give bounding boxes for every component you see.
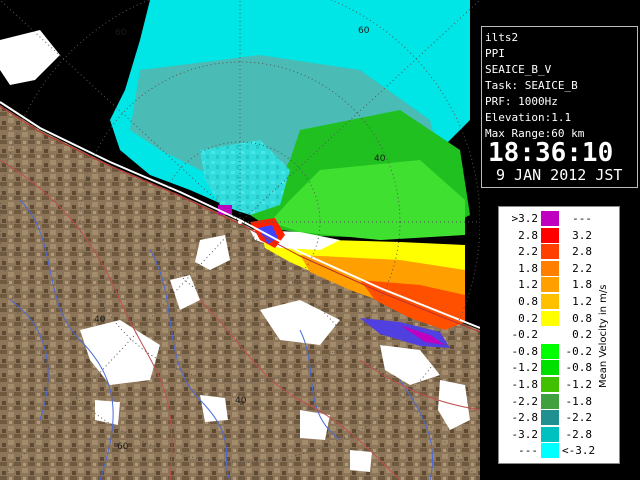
- legend-high-value: 0.2: [572, 328, 592, 342]
- legend-low-value: -2.2: [511, 394, 539, 408]
- legend-low-value: -1.8: [511, 378, 539, 391]
- legend-low-value: -1.2: [511, 361, 539, 375]
- radar-map-svg: [0, 0, 480, 480]
- legend-color-swatch: [541, 211, 559, 226]
- range-label: 60: [358, 26, 370, 36]
- legend-high-value: -2.2: [565, 411, 593, 425]
- legend-color-swatch: [541, 377, 559, 392]
- legend-low-value: 2.8: [518, 228, 538, 242]
- legend-low-value: 1.2: [518, 278, 538, 292]
- legend-high-value: -1.8: [565, 394, 593, 408]
- legend-color-swatch: [541, 393, 559, 409]
- legend-high-value: <-3.2: [562, 444, 596, 458]
- legend-low-value: 0.2: [518, 311, 538, 325]
- legend-high-value: -2.8: [565, 427, 593, 441]
- range-label: 40: [374, 154, 386, 164]
- legend-low-value: ---: [518, 444, 538, 458]
- legend-high-value: 1.2: [572, 295, 592, 308]
- velocity-legend: >3.2 --- 2.8 3.2 2.2 2.8 1.8 2.2 1.2 1.8 0.8 1.2 0.2…: [498, 206, 620, 464]
- legend-high-value: 1.8: [572, 278, 592, 292]
- range-label: 60: [117, 442, 129, 452]
- task-name: Task: SEAICE_B: [485, 79, 578, 92]
- legend-high-value: 0.8: [572, 311, 592, 325]
- legend-title: Mean Velocity in m/s: [598, 284, 609, 388]
- legend-color-swatch: [541, 294, 559, 309]
- date-display: 9 JAN 2012 JST: [496, 166, 623, 184]
- legend-high-value: -0.8: [565, 361, 593, 375]
- legend-high-value: 3.2: [572, 228, 592, 242]
- product-type: PPI: [485, 47, 505, 60]
- legend-color-swatch: [541, 360, 559, 376]
- legend-high-value: 2.2: [572, 261, 592, 275]
- range-label: 40: [235, 396, 247, 406]
- legend-color-swatch: [541, 310, 559, 326]
- variable-name: SEAICE_B_V: [485, 63, 552, 76]
- legend-high-value: ---: [572, 212, 592, 225]
- legend-low-value: 1.8: [518, 261, 538, 275]
- legend-low-value: -0.2: [511, 328, 539, 342]
- legend-high-value: 2.8: [572, 245, 592, 259]
- legend-low-value: >3.2: [511, 212, 539, 225]
- legend-color-swatch: [541, 227, 559, 243]
- radar-ppi-view[interactable]: 60 60 40 40 40 60: [0, 0, 480, 480]
- info-panel: ilts2 PPI SEAICE_B_V Task: SEAICE_B PRF:…: [481, 26, 638, 188]
- range-label: 40: [94, 315, 106, 325]
- prf-value: PRF: 1000Hz: [485, 95, 558, 108]
- legend-low-value: -2.8: [511, 411, 539, 425]
- range-label: 60: [115, 28, 127, 38]
- legend-color-swatch: [541, 443, 559, 459]
- legend-color-swatch: [541, 277, 559, 293]
- elevation-value: Elevation:1.1: [485, 111, 572, 124]
- legend-color-swatch: [541, 426, 559, 442]
- legend-color-swatch: [541, 410, 559, 426]
- legend-low-value: 0.8: [518, 295, 538, 308]
- legend-low-value: -3.2: [511, 427, 539, 441]
- legend-low-value: -0.8: [511, 344, 539, 358]
- legend-high-value: -1.2: [565, 378, 593, 391]
- legend-color-swatch: [541, 260, 559, 276]
- legend-low-value: 2.2: [518, 245, 538, 259]
- radar-site-marker: [238, 220, 242, 224]
- legend-color-swatch: [541, 244, 559, 260]
- legend-color-swatch: [541, 343, 559, 359]
- legend-color-swatch: [541, 327, 559, 343]
- site-name: ilts2: [485, 31, 519, 44]
- legend-high-value: -0.2: [565, 344, 593, 358]
- time-display: 18:36:10: [488, 138, 614, 168]
